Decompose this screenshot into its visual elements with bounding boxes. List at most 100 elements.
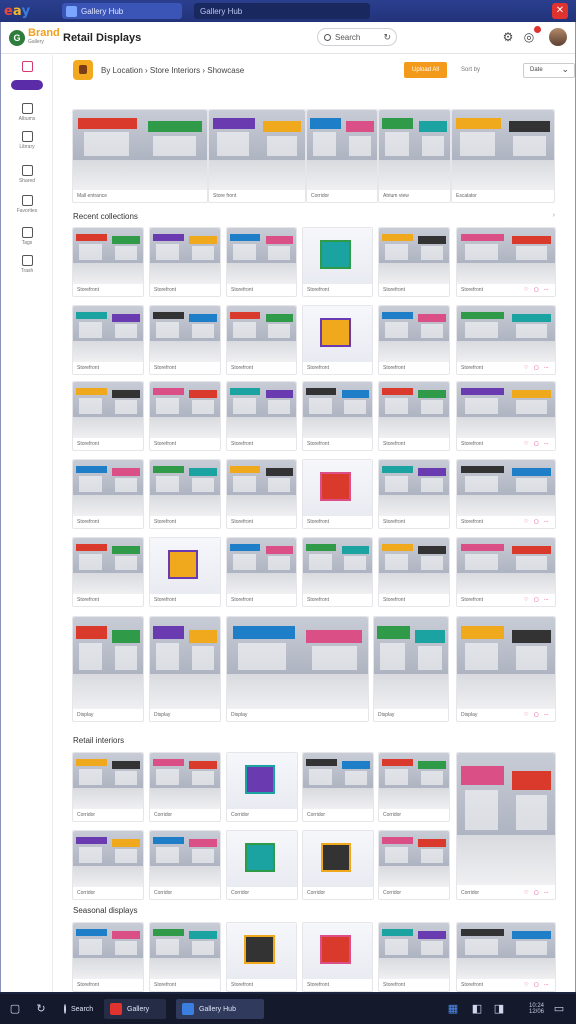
sidebar-item-home[interactable] [9, 61, 45, 72]
gallery-card[interactable]: Storefront [149, 381, 221, 451]
windows-icon[interactable]: ▦ [446, 1002, 460, 1016]
card-actions-icon[interactable]: ♡ ▢ ⋯ [524, 982, 551, 988]
gallery-card[interactable]: Storefront [378, 381, 450, 451]
card-actions-icon[interactable]: ♡ ▢ ⋯ [524, 890, 551, 896]
gallery-card[interactable]: Display [373, 616, 449, 722]
gallery-card[interactable]: Storefront ♡ ▢ ⋯ [456, 305, 556, 375]
gallery-card[interactable]: Storefront [378, 459, 450, 529]
gallery-card[interactable]: Corridor [378, 752, 450, 822]
card-actions-icon[interactable]: ♡ ▢ ⋯ [524, 519, 551, 525]
gallery-card[interactable]: Corridor [302, 830, 374, 900]
gallery-card[interactable]: Storefront [378, 305, 450, 375]
browser-tab[interactable]: Gallery Hub [62, 3, 182, 19]
gallery-card[interactable]: Storefront [302, 381, 373, 451]
gallery-card[interactable]: Store front [208, 109, 306, 203]
gallery-card[interactable]: Storefront [72, 537, 144, 607]
bell-icon[interactable]: ◎ [522, 30, 536, 44]
gallery-card[interactable]: Corridor [149, 830, 221, 900]
window-icon[interactable]: ▢ [8, 1002, 22, 1016]
browser-logo: eay [4, 3, 31, 19]
network-icon[interactable]: ◧ [470, 1002, 484, 1016]
gallery-card[interactable]: Storefront [72, 922, 144, 992]
gallery-card[interactable]: Storefront [302, 227, 373, 297]
sidebar-item-trash[interactable]: Trash [9, 255, 45, 274]
avatar[interactable] [549, 28, 567, 46]
upload-button[interactable]: Upload All [404, 62, 447, 78]
gallery-card[interactable]: Corridor [302, 752, 374, 822]
gallery-card[interactable]: Storefront [226, 305, 297, 375]
gallery-card[interactable]: Display ♡ ▢ ⋯ [456, 616, 556, 722]
gallery-card[interactable]: Storefront [378, 922, 450, 992]
search-input[interactable]: Search ↻ [317, 28, 397, 46]
card-actions-icon[interactable]: ♡ ▢ ⋯ [524, 597, 551, 603]
gallery-card[interactable]: Display [226, 616, 369, 722]
gallery-card[interactable]: Storefront [302, 922, 373, 992]
gallery-card[interactable]: Storefront [72, 227, 144, 297]
gallery-card[interactable]: Storefront [302, 305, 373, 375]
sidebar-item-tags[interactable]: Tags [9, 227, 45, 246]
refresh-icon[interactable]: ↻ [34, 1002, 48, 1016]
gear-icon[interactable]: ⚙ [501, 30, 515, 44]
gallery-card[interactable]: Corridor [149, 752, 221, 822]
sidebar-item-favorites[interactable]: Favorites [9, 195, 45, 214]
gallery-card[interactable]: Atrium view [378, 109, 451, 203]
gallery-card[interactable]: Storefront ♡ ▢ ⋯ [456, 537, 556, 607]
gallery-card[interactable]: Corridor [226, 830, 298, 900]
heart-icon [21, 195, 33, 206]
clock[interactable]: 10:24 12/06 [512, 1003, 544, 1015]
sidebar-item-albums[interactable]: Albums [9, 103, 45, 122]
sidebar-item-shared[interactable]: Shared [9, 165, 45, 184]
gallery-card[interactable]: Storefront [72, 459, 144, 529]
gallery-card[interactable]: Corridor [72, 830, 144, 900]
card-actions-icon[interactable]: ♡ ▢ ⋯ [524, 441, 551, 447]
gallery-card[interactable]: Corridor [378, 830, 450, 900]
volume-icon[interactable]: ◨ [492, 1002, 506, 1016]
gallery-card[interactable]: Storefront [226, 227, 297, 297]
gallery-card[interactable]: Mall entrance [72, 109, 208, 203]
refresh-icon[interactable]: ↻ [383, 32, 391, 43]
gallery-card[interactable]: Escalator [451, 109, 555, 203]
card-caption: Display [154, 712, 171, 718]
gallery-card[interactable]: Corridor [72, 752, 144, 822]
notification-icon[interactable]: ▭ [552, 1002, 566, 1016]
gallery-card[interactable]: Storefront [149, 227, 221, 297]
gallery-card[interactable]: Storefront [149, 305, 221, 375]
gallery-card[interactable]: Storefront [72, 381, 144, 451]
gallery-thumbnail [150, 617, 220, 709]
gallery-card[interactable]: Storefront [378, 227, 450, 297]
folder-icon[interactable] [73, 60, 93, 80]
gallery-card[interactable]: Storefront [302, 537, 373, 607]
brand-logo[interactable]: G Brand Gallery [9, 28, 60, 47]
gallery-card[interactable]: Corridor ♡ ▢ ⋯ [456, 752, 556, 900]
taskbar-app-gallery[interactable]: Gallery [104, 999, 166, 1019]
gallery-card[interactable]: Storefront [378, 537, 450, 607]
gallery-card[interactable]: Storefront [226, 381, 297, 451]
card-actions-icon[interactable]: ♡ ▢ ⋯ [524, 365, 551, 371]
taskbar-search[interactable]: Search [58, 999, 98, 1019]
gallery-card[interactable]: Display [72, 616, 144, 722]
close-icon[interactable]: ✕ [552, 3, 568, 19]
gallery-card[interactable]: Corridor [226, 752, 298, 822]
taskbar-app-hub[interactable]: Gallery Hub [176, 999, 264, 1019]
card-caption: Mall entrance [77, 193, 108, 199]
gallery-card[interactable]: Storefront ♡ ▢ ⋯ [456, 381, 556, 451]
gallery-card[interactable]: Storefront [226, 537, 297, 607]
sort-select[interactable]: Date [523, 63, 575, 78]
card-actions-icon[interactable]: ♡ ▢ ⋯ [524, 287, 551, 293]
gallery-card[interactable]: Storefront ♡ ▢ ⋯ [456, 922, 556, 992]
gallery-card[interactable]: Storefront [149, 459, 221, 529]
gallery-card[interactable]: Storefront [302, 459, 373, 529]
address-bar[interactable]: Gallery Hub [194, 3, 370, 19]
gallery-card[interactable]: Storefront [149, 922, 221, 992]
gallery-card[interactable]: Storefront [226, 922, 297, 992]
gallery-card[interactable]: Storefront [226, 459, 297, 529]
sidebar-item-library[interactable]: Library [9, 131, 45, 150]
gallery-card[interactable]: Storefront [72, 305, 144, 375]
gallery-card[interactable]: Storefront ♡ ▢ ⋯ [456, 227, 556, 297]
gallery-card[interactable]: Storefront ♡ ▢ ⋯ [456, 459, 556, 529]
card-actions-icon[interactable]: ♡ ▢ ⋯ [524, 712, 551, 718]
gallery-card[interactable]: Storefront [149, 537, 221, 607]
gallery-card[interactable]: Corridor [306, 109, 378, 203]
chevron-right-icon[interactable]: › [553, 212, 555, 219]
gallery-card[interactable]: Display [149, 616, 221, 722]
